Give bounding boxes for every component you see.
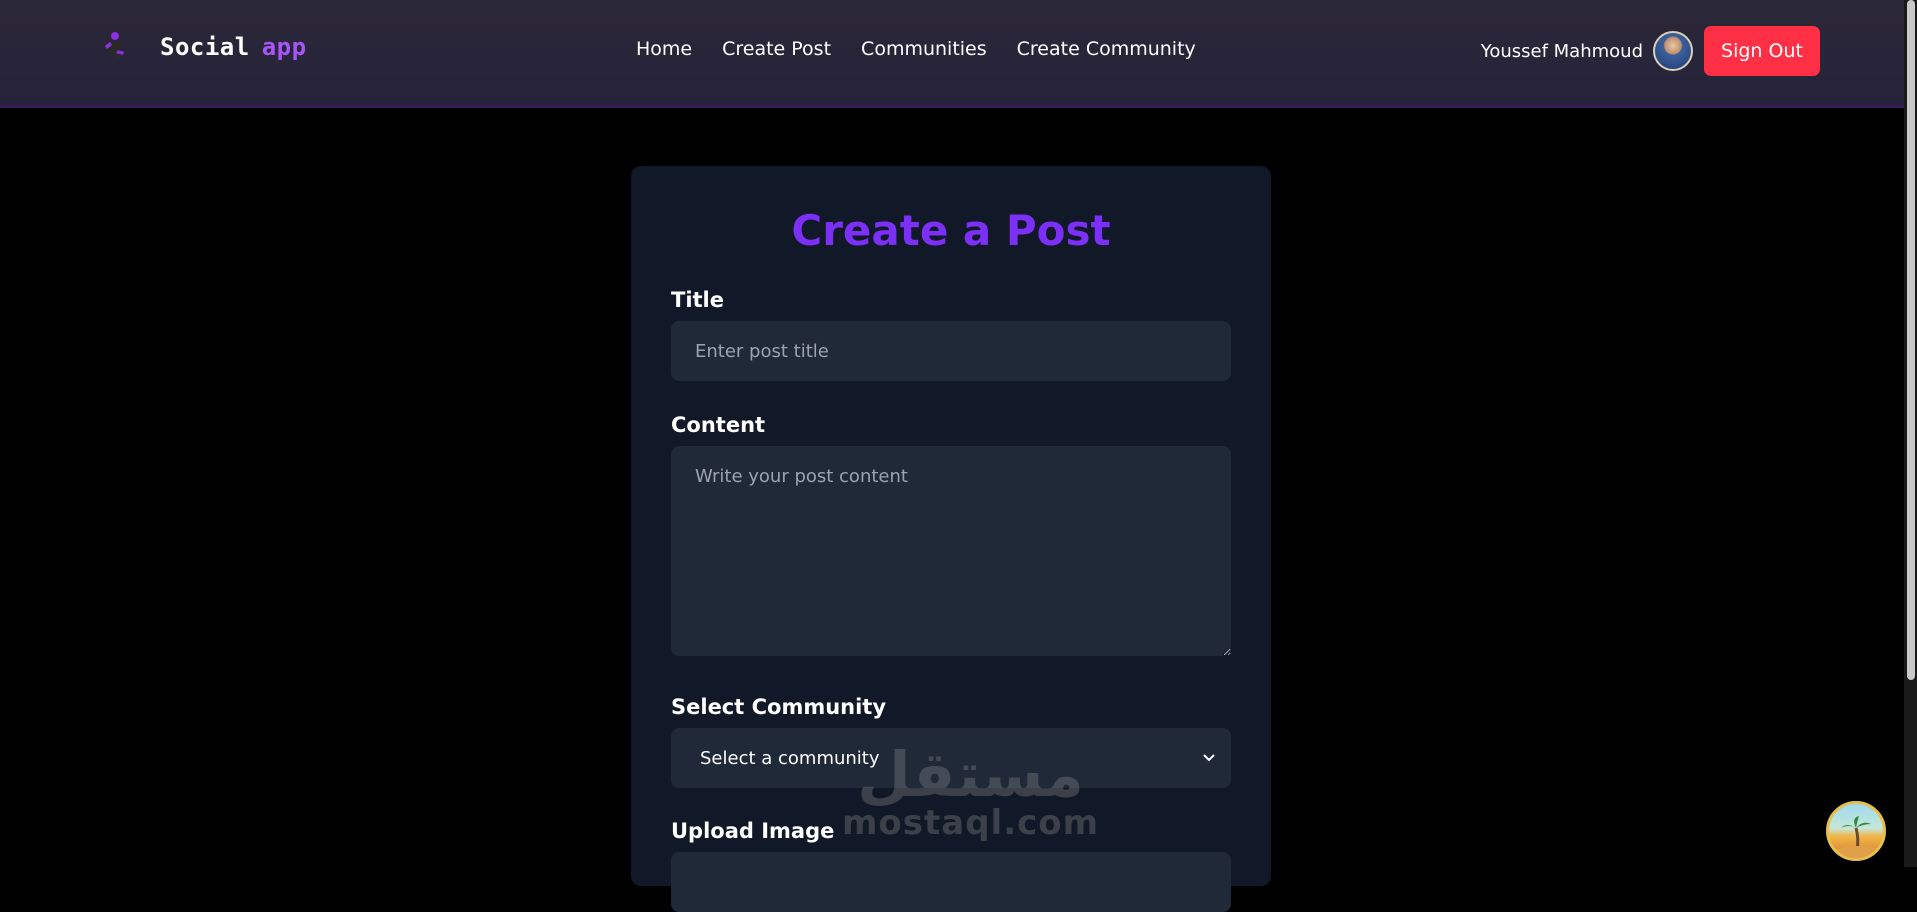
page-scrollbar[interactable] bbox=[1904, 0, 1917, 867]
palm-tree-icon bbox=[1833, 816, 1883, 858]
nav-create-community[interactable]: Create Community bbox=[1017, 38, 1196, 60]
sign-out-button[interactable]: Sign Out bbox=[1704, 26, 1820, 76]
create-post-card: Create a Post Title Content Select Commu… bbox=[631, 166, 1271, 912]
title-label: Title bbox=[671, 288, 725, 312]
brand[interactable]: Social app bbox=[98, 30, 307, 64]
title-input[interactable] bbox=[671, 321, 1231, 381]
navbar: Social app Home Create Post Communities C… bbox=[0, 0, 1904, 108]
nav-communities[interactable]: Communities bbox=[861, 38, 987, 60]
community-select-value: Select a community bbox=[700, 747, 880, 769]
user-area: Youssef Mahmoud Sign Out bbox=[1481, 26, 1820, 76]
nav-home[interactable]: Home bbox=[636, 38, 692, 60]
runner-logo-icon bbox=[105, 32, 124, 59]
community-label: Select Community bbox=[671, 695, 887, 719]
scrollbar-thumb[interactable] bbox=[1907, 0, 1915, 680]
brand-word-social: Social bbox=[160, 33, 250, 61]
page-title: Create a Post bbox=[791, 206, 1111, 255]
upload-image-input[interactable] bbox=[671, 852, 1231, 912]
user-name: Youssef Mahmoud bbox=[1480, 40, 1643, 62]
avatar[interactable] bbox=[1653, 31, 1693, 71]
content-label: Content bbox=[671, 413, 766, 437]
brand-word-app: app bbox=[261, 33, 307, 61]
community-select[interactable]: Select a community bbox=[671, 728, 1231, 788]
beach-badge-icon[interactable] bbox=[1826, 801, 1886, 861]
upload-label: Upload Image bbox=[671, 819, 835, 843]
content-textarea[interactable] bbox=[671, 446, 1231, 656]
chevron-down-icon bbox=[1203, 754, 1215, 762]
nav-create-post[interactable]: Create Post bbox=[722, 38, 831, 60]
brand-name: Social app bbox=[160, 33, 307, 61]
main-nav: Home Create Post Communities Create Comm… bbox=[636, 38, 1196, 60]
